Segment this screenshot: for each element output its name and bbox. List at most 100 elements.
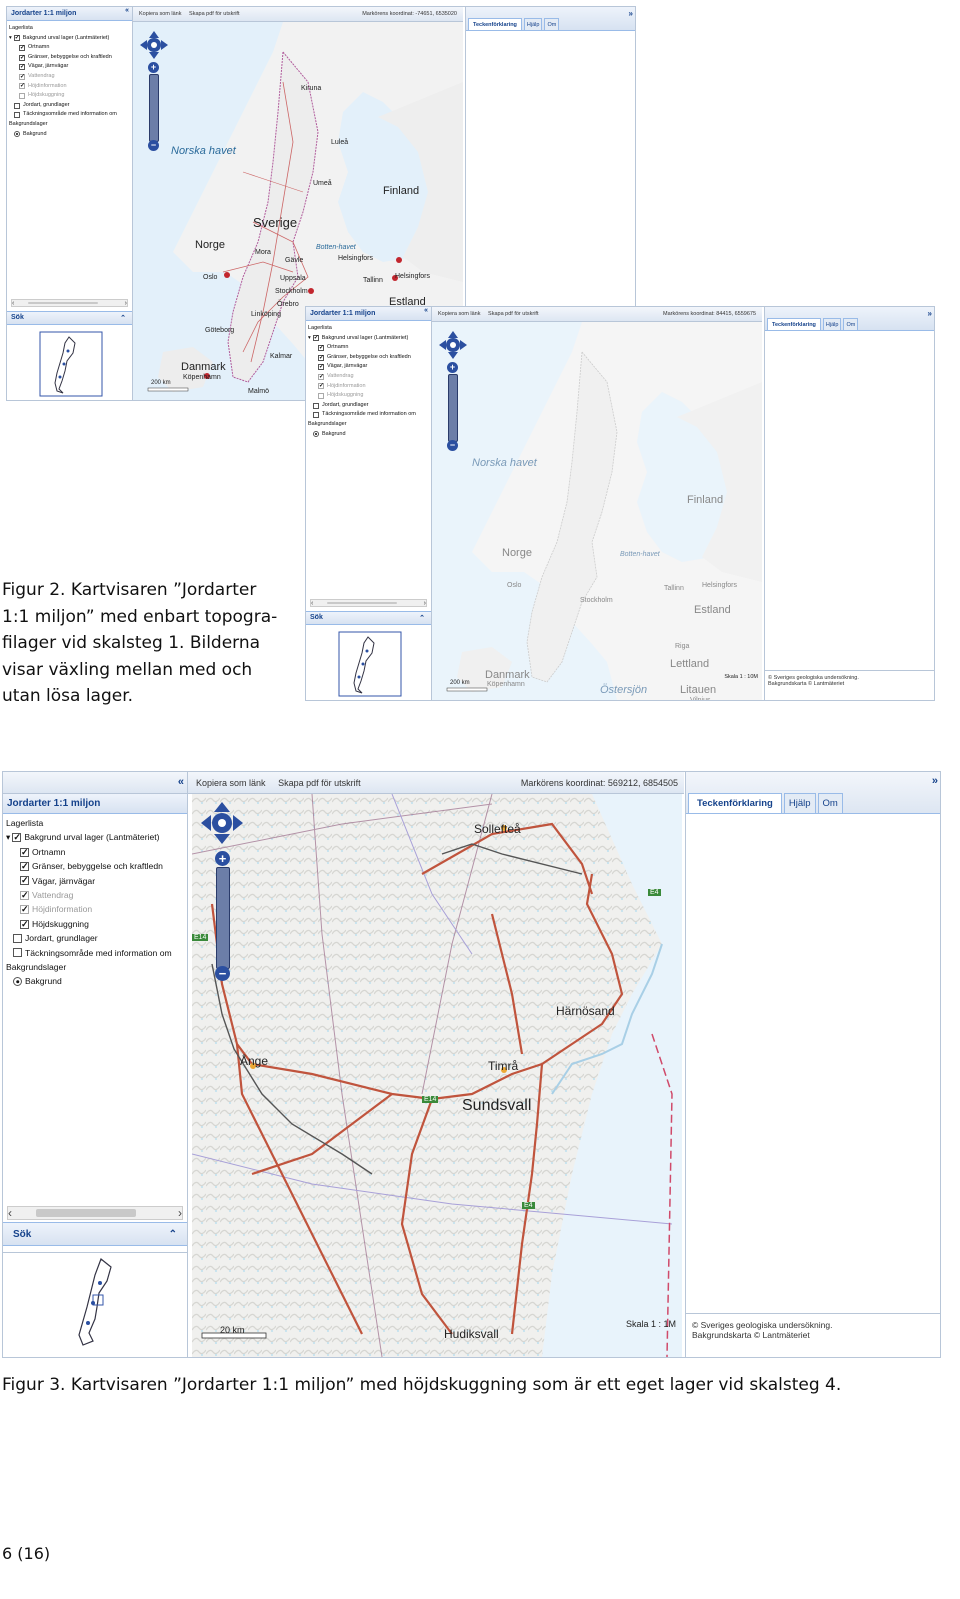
copy-link-button[interactable]: Kopiera som länk bbox=[438, 311, 481, 317]
zoom-out-button[interactable]: − bbox=[447, 440, 458, 451]
pan-control[interactable] bbox=[438, 330, 468, 360]
layer-item[interactable]: Vattendrag bbox=[9, 72, 130, 82]
tab-teckenförklaring[interactable]: Teckenförklaring bbox=[468, 18, 522, 30]
layer-group[interactable]: ▾ Bakgrund urval lager (Lantmäteriet) bbox=[6, 830, 184, 844]
scroll-thumb[interactable] bbox=[36, 1209, 136, 1217]
collapse-right-icon[interactable]: » bbox=[932, 775, 938, 787]
copy-link-button[interactable]: Kopiera som länk bbox=[139, 11, 182, 17]
expand-icon[interactable]: ⌃ bbox=[419, 614, 425, 622]
background-radio[interactable] bbox=[13, 977, 22, 987]
overview-map[interactable] bbox=[3, 1252, 187, 1357]
pan-arrows-icon[interactable] bbox=[200, 801, 244, 845]
scroll-thumb[interactable] bbox=[28, 302, 98, 304]
layer-item[interactable]: Höjdskuggning bbox=[6, 917, 184, 931]
layer-checkbox[interactable] bbox=[318, 383, 324, 390]
pan-arrows-icon[interactable] bbox=[438, 330, 468, 360]
layer-item[interactable]: Höjdskuggning bbox=[9, 91, 130, 101]
zoom-out-button[interactable]: − bbox=[148, 140, 159, 151]
layer-item[interactable]: Jordart, grundlager bbox=[9, 101, 130, 111]
layer-checkbox[interactable] bbox=[19, 64, 25, 71]
layer-item[interactable]: Vägar, järnvägar bbox=[9, 62, 130, 72]
overview-map[interactable] bbox=[306, 629, 431, 700]
tab-hjälp[interactable]: Hjälp bbox=[523, 18, 543, 30]
copy-link-button[interactable]: Kopiera som länk bbox=[196, 778, 266, 788]
layer-group-checkbox[interactable] bbox=[13, 35, 20, 42]
layer-checkbox[interactable] bbox=[19, 83, 25, 90]
expand-icon[interactable]: ⌃ bbox=[120, 314, 126, 322]
layer-item[interactable]: Ortnamn bbox=[6, 845, 184, 859]
layer-item[interactable]: Ortnamn bbox=[308, 343, 429, 353]
layer-item[interactable]: Gränser, bebyggelse och kraftledn bbox=[6, 859, 184, 873]
layer-checkbox[interactable] bbox=[318, 344, 324, 351]
tab-om[interactable]: Om bbox=[843, 318, 859, 330]
layer-item[interactable]: Höjdinformation bbox=[9, 82, 130, 92]
zoom-in-button[interactable]: + bbox=[447, 362, 458, 373]
search-panel-header[interactable]: Sök ⌃ bbox=[3, 1222, 187, 1246]
layer-checkbox[interactable] bbox=[318, 373, 324, 380]
background-layer-item[interactable]: Bakgrund bbox=[308, 430, 429, 440]
search-panel-header[interactable]: Sök ⌃ bbox=[306, 611, 431, 625]
layer-item[interactable]: Höjdinformation bbox=[6, 902, 184, 916]
layer-item[interactable]: Täckningsområde med information om bbox=[308, 410, 429, 420]
pan-control[interactable] bbox=[200, 801, 244, 845]
layer-item[interactable]: Jordart, grundlager bbox=[308, 401, 429, 411]
collapse-left-icon[interactable]: « bbox=[178, 776, 184, 788]
pan-arrows-icon[interactable] bbox=[139, 30, 169, 60]
collapse-left-icon[interactable]: « bbox=[125, 7, 129, 14]
zoom-slider[interactable] bbox=[149, 74, 159, 142]
layer-checkbox[interactable] bbox=[20, 861, 29, 871]
layer-group-checkbox[interactable] bbox=[12, 833, 22, 843]
tab-hjälp[interactable]: Hjälp bbox=[822, 318, 842, 330]
layer-checkbox[interactable] bbox=[19, 73, 25, 80]
collapse-right-icon[interactable]: » bbox=[629, 9, 633, 18]
horizontal-scrollbar[interactable]: ‹ › bbox=[11, 299, 128, 307]
expand-arrow-icon[interactable]: ▾ bbox=[6, 830, 10, 844]
tab-teckenförklaring[interactable]: Teckenförklaring bbox=[688, 793, 782, 813]
layer-group[interactable]: ▾ Bakgrund urval lager (Lantmäteriet) bbox=[9, 34, 130, 44]
expand-icon[interactable]: ⌃ bbox=[169, 1229, 177, 1240]
layer-checkbox[interactable] bbox=[318, 392, 324, 399]
zoom-in-button[interactable]: + bbox=[215, 851, 230, 866]
layer-item[interactable]: Vägar, järnvägar bbox=[6, 874, 184, 888]
layer-checkbox[interactable] bbox=[14, 102, 20, 109]
scroll-left-icon[interactable]: ‹ bbox=[311, 600, 313, 607]
layer-item[interactable]: Täckningsområde med information om bbox=[9, 110, 130, 120]
create-pdf-button[interactable]: Skapa pdf för utskrift bbox=[488, 311, 538, 317]
layer-checkbox[interactable] bbox=[19, 92, 25, 99]
scroll-left-icon[interactable]: ‹ bbox=[8, 1206, 12, 1220]
background-radio[interactable] bbox=[14, 131, 20, 138]
layer-checkbox[interactable] bbox=[13, 948, 22, 958]
layer-item[interactable]: Höjdinformation bbox=[308, 382, 429, 392]
layer-item[interactable]: Vattendrag bbox=[6, 888, 184, 902]
zoom-out-button[interactable]: − bbox=[215, 966, 230, 981]
layer-checkbox[interactable] bbox=[13, 933, 22, 943]
layer-checkbox[interactable] bbox=[313, 402, 319, 409]
expand-arrow-icon[interactable]: ▾ bbox=[9, 34, 12, 44]
tab-om[interactable]: Om bbox=[544, 18, 560, 30]
layer-checkbox[interactable] bbox=[20, 890, 29, 900]
create-pdf-button[interactable]: Skapa pdf för utskrift bbox=[278, 778, 361, 788]
tab-om[interactable]: Om bbox=[817, 793, 843, 813]
background-layer-item[interactable]: Bakgrund bbox=[6, 974, 184, 988]
pan-control[interactable] bbox=[139, 30, 169, 60]
scroll-right-icon[interactable]: › bbox=[178, 1206, 182, 1220]
scroll-right-icon[interactable]: › bbox=[424, 600, 426, 607]
layer-checkbox[interactable] bbox=[20, 847, 29, 857]
layer-item[interactable]: Ortnamn bbox=[9, 43, 130, 53]
tab-teckenförklaring[interactable]: Teckenförklaring bbox=[767, 318, 821, 330]
create-pdf-button[interactable]: Skapa pdf för utskrift bbox=[189, 11, 239, 17]
tab-hjälp[interactable]: Hjälp bbox=[783, 793, 816, 813]
layer-checkbox[interactable] bbox=[19, 54, 25, 61]
scroll-thumb[interactable] bbox=[327, 602, 397, 604]
layer-item[interactable]: Gränser, bebyggelse och kraftledn bbox=[308, 353, 429, 363]
scroll-right-icon[interactable]: › bbox=[125, 300, 127, 307]
scroll-left-icon[interactable]: ‹ bbox=[12, 300, 14, 307]
collapse-right-icon[interactable]: » bbox=[928, 309, 932, 318]
background-radio[interactable] bbox=[313, 431, 319, 438]
zoom-slider[interactable] bbox=[216, 867, 230, 969]
horizontal-scrollbar[interactable]: ‹ › bbox=[310, 599, 427, 607]
layer-checkbox[interactable] bbox=[20, 919, 29, 929]
layer-item[interactable]: Höjdskuggning bbox=[308, 391, 429, 401]
layer-item[interactable]: Gränser, bebyggelse och kraftledn bbox=[9, 53, 130, 63]
layer-group[interactable]: ▾ Bakgrund urval lager (Lantmäteriet) bbox=[308, 334, 429, 344]
